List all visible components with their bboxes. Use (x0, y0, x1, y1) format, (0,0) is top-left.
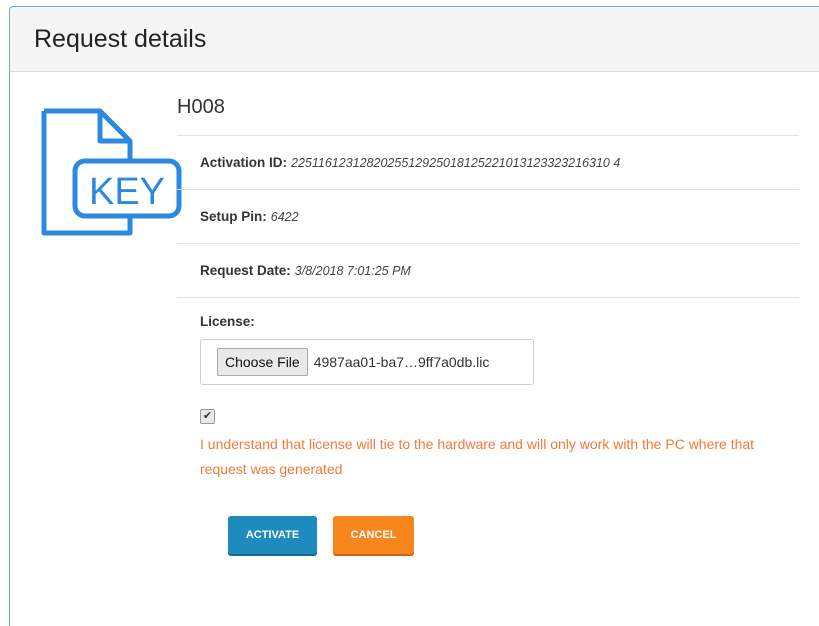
license-warning-text: I understand that license will tie to th… (200, 436, 755, 477)
selected-file-name: 4987aa01-ba7…9ff7a0db.lic (313, 354, 490, 370)
setup-pin-value: 6422 (270, 209, 299, 224)
activation-id-label: Activation ID: (200, 155, 288, 170)
request-date-row: Request Date: 3/8/2018 7:01:25 PM (177, 243, 799, 297)
request-date-value: 3/8/2018 7:01:25 PM (294, 263, 411, 278)
activate-button[interactable]: ACTIVATE (228, 516, 317, 554)
request-content: H008 Activation ID: 22511612312820255129… (177, 85, 799, 482)
activation-id-row: Activation ID: 2251161231282025512925018… (177, 135, 799, 189)
key-icon-label: KEY (89, 171, 165, 213)
choose-file-button[interactable]: Choose File (217, 348, 308, 376)
cancel-button[interactable]: CANCEL (333, 516, 414, 554)
setup-pin-label: Setup Pin: (200, 209, 267, 224)
request-name: H008 (177, 96, 225, 118)
license-label: License: (200, 314, 255, 329)
license-file-input[interactable]: Choose File 4987aa01-ba7…9ff7a0db.lic (200, 339, 534, 385)
request-date-label: Request Date: (200, 263, 291, 278)
agree-checkbox[interactable]: ✔ (200, 409, 215, 424)
setup-pin-row: Setup Pin: 6422 (177, 189, 799, 243)
activation-id-value: 2251161231282025512925018125221013123323… (291, 155, 621, 170)
key-file-icon: KEY (41, 108, 182, 236)
panel-header: Request details (10, 7, 819, 72)
license-section: License: Choose File 4987aa01-ba7…9ff7a0… (177, 297, 799, 482)
page-title: Request details (34, 24, 207, 53)
action-buttons: ACTIVATE CANCEL (228, 516, 414, 554)
